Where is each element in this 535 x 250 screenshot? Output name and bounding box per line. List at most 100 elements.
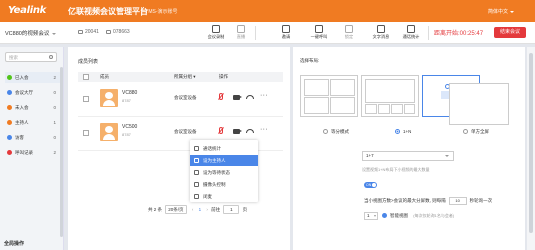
menu-item-label: 设为主持人 [203, 158, 226, 163]
end-meeting-button[interactable]: 结束会议 [494, 27, 526, 38]
sidebar-item-joined[interactable]: 已入会 2 [5, 72, 60, 83]
meeting-name-dropdown[interactable]: VC880的视频会议 [5, 29, 56, 37]
page-scrollbar[interactable] [527, 47, 535, 250]
participants-count: 20041 [78, 29, 99, 35]
pagination-total: 共 2 条 [148, 207, 163, 212]
mode-equal-radio[interactable]: 等分模式 [323, 129, 349, 135]
menu-item-call-stats[interactable]: 通话统计 [190, 143, 258, 154]
record-icon [212, 25, 220, 33]
call-log-status-icon [7, 150, 12, 155]
participants-value: 20041 [85, 29, 99, 35]
smart-view-count-select[interactable]: 1 [364, 211, 378, 220]
call-icon [315, 25, 323, 33]
joined-status-icon [7, 75, 12, 80]
search-input[interactable]: 搜索 [5, 52, 57, 62]
invite-icon [282, 25, 290, 33]
camera-icon[interactable] [233, 95, 242, 100]
camera-control-icon [194, 182, 199, 187]
toolbar-call-button[interactable]: 一键呼叫 [304, 24, 334, 42]
mic-muted-icon[interactable] [219, 127, 223, 134]
menu-item-set-host[interactable]: 设为主持人 [190, 155, 258, 166]
page-size-select[interactable]: 20条/页 [165, 205, 187, 215]
timer-label: 距离开始: [434, 31, 460, 37]
toolbar-label: 通话统计 [402, 34, 420, 39]
menu-item-mute[interactable]: 闭麦 [190, 191, 258, 202]
layout-cell [304, 97, 329, 114]
sidebar-item-label: 访客 [15, 135, 24, 140]
member-actions-menu: 通话统计 设为主持人 设为等待状态 摄像头控制 闭麦 [190, 140, 258, 202]
mic-muted-icon[interactable] [219, 93, 223, 100]
language-selector[interactable]: 简体中文 [488, 8, 514, 15]
sidebar-scrollbar[interactable] [60, 67, 63, 237]
more-icon[interactable]: ··· [260, 92, 268, 99]
member-name: VC880 [122, 90, 138, 96]
menu-item-set-waiting[interactable]: 设为等待状态 [190, 167, 258, 178]
more-icon[interactable]: ··· [260, 126, 268, 133]
sidebar-item-not-joined[interactable]: 未入会 0 [5, 102, 60, 113]
row-checkbox[interactable] [83, 130, 89, 136]
mode-label: 单方全屏 [471, 129, 489, 134]
sidebar-item-label: 主持人 [15, 120, 29, 125]
toolbar-label: 邀请 [281, 34, 291, 39]
polling-interval-setting: 当小视图方数>会议的最大分屏数, 则每隔 10 秒轮询一次 [364, 197, 492, 205]
member-list-title: 成员列表 [78, 59, 99, 65]
toolbar-divider [428, 26, 429, 40]
toolbar-stats-button[interactable]: 通话统计 [396, 24, 426, 42]
member-group: 会议室设备 [174, 95, 197, 100]
toolbar-label: 锁定 [344, 34, 354, 39]
layout-cell [330, 97, 355, 114]
account-name[interactable]: YMS-演示账号 [145, 8, 178, 15]
polling-interval-input[interactable]: 10 [448, 197, 467, 205]
max-small-views-hint: 设置视频1+N布局下小视频的最大数量 [362, 167, 430, 172]
lock-small-icon [106, 29, 111, 34]
mode-1n-radio[interactable]: 1+N [395, 129, 411, 135]
layout-cell [365, 104, 377, 114]
layout-cell [304, 79, 329, 96]
layout-cell [365, 79, 415, 103]
sidebar: 搜索 已入会 2 会议大厅 0 未入会 0 主持人 1 访客 0 呼叫记录 2 全局操作 [0, 47, 64, 250]
table-row[interactable]: VC880 8787 会议室设备 ··· [78, 84, 283, 117]
select-all-checkbox[interactable] [83, 74, 89, 80]
global-actions-heading: 全局操作 [4, 241, 25, 247]
column-group[interactable]: 所属分组 ▾ [174, 72, 196, 82]
toolbar-invite-button[interactable]: 邀请 [271, 24, 301, 42]
sidebar-item-host[interactable]: 主持人 1 [5, 117, 60, 128]
camera-icon[interactable] [233, 129, 242, 134]
timer-value: 00:25:47 [459, 31, 484, 37]
next-page-icon[interactable]: › [206, 205, 208, 215]
layout-equal-preview[interactable] [300, 75, 358, 117]
current-page[interactable]: 1 [199, 205, 202, 215]
sidebar-item-lobby[interactable]: 会议大厅 0 [5, 87, 60, 98]
layout-label: 选择布局: [300, 58, 320, 63]
prev-page-icon[interactable]: ‹ [192, 205, 194, 215]
search-icon[interactable] [49, 55, 53, 59]
layout-1n-preview[interactable] [361, 75, 419, 117]
sidebar-item-count: 0 [53, 105, 56, 110]
toolbar-live-button[interactable]: 直播 [226, 24, 256, 42]
toolbar-message-button[interactable]: 文字消息 [366, 24, 396, 42]
row-checkbox[interactable] [83, 96, 89, 102]
smart-view-hint: (每次仅轮询1名与会者) [413, 213, 455, 218]
polling-toggle[interactable]: ON [364, 182, 377, 188]
host-icon [194, 158, 199, 163]
toolbar-lock-button[interactable]: 锁定 [334, 24, 364, 42]
scrollbar-thumb[interactable] [529, 53, 533, 233]
menu-item-label: 设为等待状态 [203, 170, 230, 175]
meeting-id-value: 078663 [113, 29, 130, 35]
mode-fullscreen-radio[interactable]: 单方全屏 [463, 129, 489, 135]
smart-view-radio-icon[interactable] [382, 213, 387, 219]
page-unit-label: 页 [242, 207, 248, 212]
radio-icon [463, 129, 468, 135]
max-small-views-select[interactable]: 1+7 [362, 151, 454, 161]
hangup-icon[interactable] [246, 95, 254, 99]
layout-fullscreen-preview[interactable] [449, 83, 509, 125]
sidebar-item-call-log[interactable]: 呼叫记录 2 [5, 147, 60, 158]
lobby-status-icon [7, 90, 12, 95]
hangup-icon[interactable] [246, 129, 254, 133]
menu-item-label: 通话统计 [203, 146, 221, 151]
menu-item-camera-control[interactable]: 摄像头控制 [190, 179, 258, 190]
layout-cell [404, 104, 415, 114]
sidebar-item-guest[interactable]: 访客 0 [5, 132, 60, 143]
goto-page-input[interactable]: 1 [223, 205, 240, 215]
sidebar-item-label: 呼叫记录 [15, 150, 33, 155]
